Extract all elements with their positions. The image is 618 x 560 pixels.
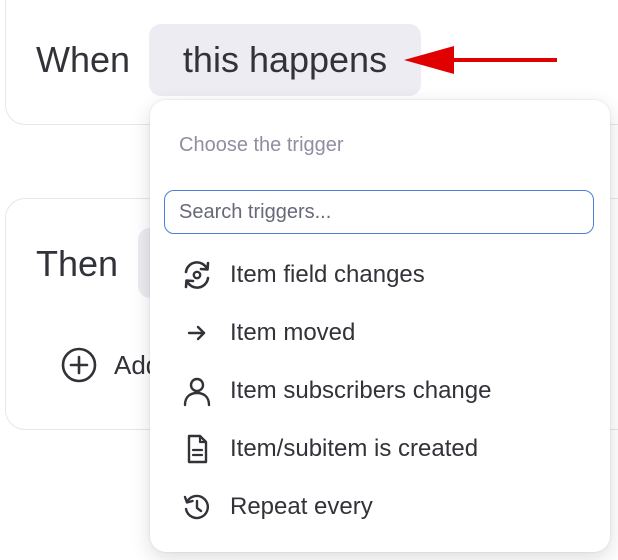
trigger-item-label: Item subscribers change: [230, 377, 492, 404]
trigger-selector-chip[interactable]: this happens: [149, 24, 421, 96]
when-label: When: [36, 39, 131, 80]
trigger-item-repeat-every[interactable]: Repeat every: [150, 478, 610, 536]
trigger-item-label: Item field changes: [230, 261, 425, 288]
trigger-item-subscribers-change[interactable]: Item subscribers change: [150, 362, 610, 420]
plus-circle-icon: [61, 347, 97, 383]
document-icon: [180, 432, 214, 466]
then-label: Then: [36, 243, 119, 284]
trigger-item-label: Item/subitem is created: [230, 435, 479, 462]
trigger-item-label: Item moved: [230, 319, 356, 346]
trigger-item-label: Repeat every: [230, 493, 373, 520]
history-icon: [180, 490, 214, 524]
dropdown-heading: Choose the trigger: [179, 134, 344, 156]
trigger-chip-label: this happens: [182, 39, 388, 80]
trigger-item-field-changes[interactable]: Item field changes: [150, 246, 610, 304]
refresh-eye-icon: [180, 258, 214, 292]
arrow-right-icon: [180, 316, 214, 350]
search-triggers-input[interactable]: [164, 190, 594, 234]
add-action-button[interactable]: Add: [60, 346, 160, 384]
trigger-item-created[interactable]: Item/subitem is created: [150, 420, 610, 478]
annotation-arrow-icon: [404, 46, 557, 74]
person-icon: [180, 374, 214, 408]
trigger-item-moved[interactable]: Item moved: [150, 304, 610, 362]
trigger-list: Item field changes Item moved Item subsc…: [150, 246, 610, 536]
trigger-dropdown: Choose the trigger Item field changes: [150, 100, 610, 552]
